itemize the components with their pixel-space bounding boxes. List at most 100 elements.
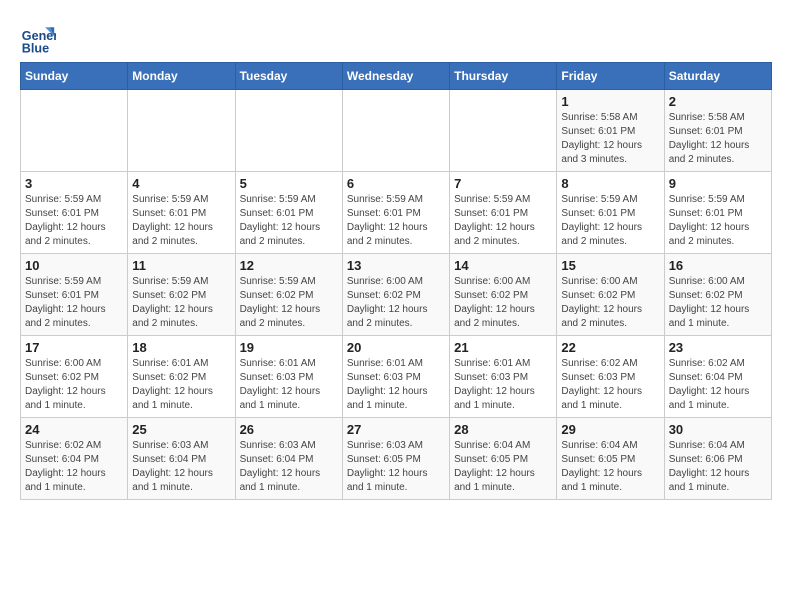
- day-info: Sunrise: 6:01 AM Sunset: 6:03 PM Dayligh…: [347, 357, 445, 413]
- day-number: 24: [25, 422, 123, 437]
- day-info: Sunrise: 5:58 AM Sunset: 6:01 PM Dayligh…: [561, 111, 659, 167]
- calendar-cell: 28 Sunrise: 6:04 AM Sunset: 6:05 PM Dayli…: [450, 418, 557, 500]
- day-header-friday: Friday: [557, 63, 664, 90]
- calendar-table: SundayMondayTuesdayWednesdayThursdayFrid…: [20, 62, 772, 500]
- day-number: 26: [240, 422, 338, 437]
- day-info: Sunrise: 6:01 AM Sunset: 6:03 PM Dayligh…: [240, 357, 338, 413]
- day-number: 12: [240, 258, 338, 273]
- calendar-cell: 24 Sunrise: 6:02 AM Sunset: 6:04 PM Dayli…: [21, 418, 128, 500]
- calendar-cell: 1 Sunrise: 5:58 AM Sunset: 6:01 PM Daylig…: [557, 90, 664, 172]
- calendar-cell: 9 Sunrise: 5:59 AM Sunset: 6:01 PM Daylig…: [664, 172, 771, 254]
- day-number: 9: [669, 176, 767, 191]
- calendar-cell: 25 Sunrise: 6:03 AM Sunset: 6:04 PM Dayli…: [128, 418, 235, 500]
- day-header-monday: Monday: [128, 63, 235, 90]
- day-info: Sunrise: 6:01 AM Sunset: 6:03 PM Dayligh…: [454, 357, 552, 413]
- day-info: Sunrise: 5:59 AM Sunset: 6:02 PM Dayligh…: [240, 275, 338, 331]
- calendar-cell: 2 Sunrise: 5:58 AM Sunset: 6:01 PM Daylig…: [664, 90, 771, 172]
- day-info: Sunrise: 6:02 AM Sunset: 6:03 PM Dayligh…: [561, 357, 659, 413]
- day-number: 20: [347, 340, 445, 355]
- day-number: 28: [454, 422, 552, 437]
- calendar-cell: 12 Sunrise: 5:59 AM Sunset: 6:02 PM Dayli…: [235, 254, 342, 336]
- day-number: 7: [454, 176, 552, 191]
- day-info: Sunrise: 5:59 AM Sunset: 6:02 PM Dayligh…: [132, 275, 230, 331]
- day-number: 16: [669, 258, 767, 273]
- day-info: Sunrise: 5:59 AM Sunset: 6:01 PM Dayligh…: [132, 193, 230, 249]
- calendar-cell: 17 Sunrise: 6:00 AM Sunset: 6:02 PM Dayli…: [21, 336, 128, 418]
- day-info: Sunrise: 6:00 AM Sunset: 6:02 PM Dayligh…: [561, 275, 659, 331]
- calendar-cell: 3Sunrise: 5:59 AM Sunset: 6:01 PM Daylig…: [21, 172, 128, 254]
- calendar-cell: 13Sunrise: 6:00 AM Sunset: 6:02 PM Dayli…: [342, 254, 449, 336]
- calendar-cell: 22 Sunrise: 6:02 AM Sunset: 6:03 PM Dayli…: [557, 336, 664, 418]
- svg-text:Blue: Blue: [22, 41, 49, 55]
- calendar-cell: 23Sunrise: 6:02 AM Sunset: 6:04 PM Dayli…: [664, 336, 771, 418]
- day-info: Sunrise: 6:00 AM Sunset: 6:02 PM Dayligh…: [25, 357, 123, 413]
- day-number: 11: [132, 258, 230, 273]
- calendar-cell: 8 Sunrise: 5:59 AM Sunset: 6:01 PM Daylig…: [557, 172, 664, 254]
- calendar-cell: 30 Sunrise: 6:04 AM Sunset: 6:06 PM Dayli…: [664, 418, 771, 500]
- day-info: Sunrise: 6:03 AM Sunset: 6:04 PM Dayligh…: [240, 439, 338, 495]
- day-number: 19: [240, 340, 338, 355]
- day-info: Sunrise: 5:59 AM Sunset: 6:01 PM Dayligh…: [240, 193, 338, 249]
- calendar-week-row: 24 Sunrise: 6:02 AM Sunset: 6:04 PM Dayli…: [21, 418, 772, 500]
- day-number: 10: [25, 258, 123, 273]
- day-number: 27: [347, 422, 445, 437]
- calendar-cell: 11 Sunrise: 5:59 AM Sunset: 6:02 PM Dayli…: [128, 254, 235, 336]
- day-info: Sunrise: 6:00 AM Sunset: 6:02 PM Dayligh…: [454, 275, 552, 331]
- day-number: 29: [561, 422, 659, 437]
- calendar-week-row: 3Sunrise: 5:59 AM Sunset: 6:01 PM Daylig…: [21, 172, 772, 254]
- logo-icon: General Blue: [20, 20, 56, 56]
- day-info: Sunrise: 5:59 AM Sunset: 6:01 PM Dayligh…: [25, 275, 123, 331]
- day-number: 14: [454, 258, 552, 273]
- day-number: 18: [132, 340, 230, 355]
- day-info: Sunrise: 5:58 AM Sunset: 6:01 PM Dayligh…: [669, 111, 767, 167]
- calendar-cell: 27 Sunrise: 6:03 AM Sunset: 6:05 PM Dayli…: [342, 418, 449, 500]
- day-info: Sunrise: 6:01 AM Sunset: 6:02 PM Dayligh…: [132, 357, 230, 413]
- calendar-cell: 21 Sunrise: 6:01 AM Sunset: 6:03 PM Dayli…: [450, 336, 557, 418]
- day-info: Sunrise: 5:59 AM Sunset: 6:01 PM Dayligh…: [669, 193, 767, 249]
- day-number: 23: [669, 340, 767, 355]
- calendar-cell: 4 Sunrise: 5:59 AM Sunset: 6:01 PM Daylig…: [128, 172, 235, 254]
- day-number: 13: [347, 258, 445, 273]
- header: General Blue: [20, 20, 772, 56]
- day-number: 21: [454, 340, 552, 355]
- calendar-cell: 14 Sunrise: 6:00 AM Sunset: 6:02 PM Dayli…: [450, 254, 557, 336]
- day-number: 25: [132, 422, 230, 437]
- day-info: Sunrise: 6:02 AM Sunset: 6:04 PM Dayligh…: [25, 439, 123, 495]
- calendar-cell: 6 Sunrise: 5:59 AM Sunset: 6:01 PM Daylig…: [342, 172, 449, 254]
- day-header-tuesday: Tuesday: [235, 63, 342, 90]
- day-number: 1: [561, 94, 659, 109]
- calendar-cell: 29 Sunrise: 6:04 AM Sunset: 6:05 PM Dayli…: [557, 418, 664, 500]
- day-info: Sunrise: 6:04 AM Sunset: 6:06 PM Dayligh…: [669, 439, 767, 495]
- day-header-wednesday: Wednesday: [342, 63, 449, 90]
- day-info: Sunrise: 5:59 AM Sunset: 6:01 PM Dayligh…: [561, 193, 659, 249]
- day-number: 15: [561, 258, 659, 273]
- day-header-thursday: Thursday: [450, 63, 557, 90]
- day-info: Sunrise: 5:59 AM Sunset: 6:01 PM Dayligh…: [347, 193, 445, 249]
- day-info: Sunrise: 5:59 AM Sunset: 6:01 PM Dayligh…: [454, 193, 552, 249]
- day-info: Sunrise: 6:04 AM Sunset: 6:05 PM Dayligh…: [561, 439, 659, 495]
- day-number: 5: [240, 176, 338, 191]
- day-info: Sunrise: 6:03 AM Sunset: 6:05 PM Dayligh…: [347, 439, 445, 495]
- day-number: 2: [669, 94, 767, 109]
- calendar-week-row: 10 Sunrise: 5:59 AM Sunset: 6:01 PM Dayli…: [21, 254, 772, 336]
- day-number: 30: [669, 422, 767, 437]
- calendar-cell: [21, 90, 128, 172]
- calendar-cell: 10 Sunrise: 5:59 AM Sunset: 6:01 PM Dayli…: [21, 254, 128, 336]
- day-number: 4: [132, 176, 230, 191]
- calendar-week-row: 17 Sunrise: 6:00 AM Sunset: 6:02 PM Dayli…: [21, 336, 772, 418]
- calendar-cell: 18 Sunrise: 6:01 AM Sunset: 6:02 PM Dayli…: [128, 336, 235, 418]
- day-info: Sunrise: 5:59 AM Sunset: 6:01 PM Dayligh…: [25, 193, 123, 249]
- calendar-cell: 15 Sunrise: 6:00 AM Sunset: 6:02 PM Dayli…: [557, 254, 664, 336]
- calendar-cell: [342, 90, 449, 172]
- calendar-header-row: SundayMondayTuesdayWednesdayThursdayFrid…: [21, 63, 772, 90]
- calendar-cell: 7 Sunrise: 5:59 AM Sunset: 6:01 PM Daylig…: [450, 172, 557, 254]
- calendar-cell: 5 Sunrise: 5:59 AM Sunset: 6:01 PM Daylig…: [235, 172, 342, 254]
- day-number: 17: [25, 340, 123, 355]
- day-info: Sunrise: 6:04 AM Sunset: 6:05 PM Dayligh…: [454, 439, 552, 495]
- day-number: 6: [347, 176, 445, 191]
- day-info: Sunrise: 6:03 AM Sunset: 6:04 PM Dayligh…: [132, 439, 230, 495]
- logo: General Blue: [20, 20, 60, 56]
- day-number: 8: [561, 176, 659, 191]
- calendar-cell: [450, 90, 557, 172]
- day-number: 22: [561, 340, 659, 355]
